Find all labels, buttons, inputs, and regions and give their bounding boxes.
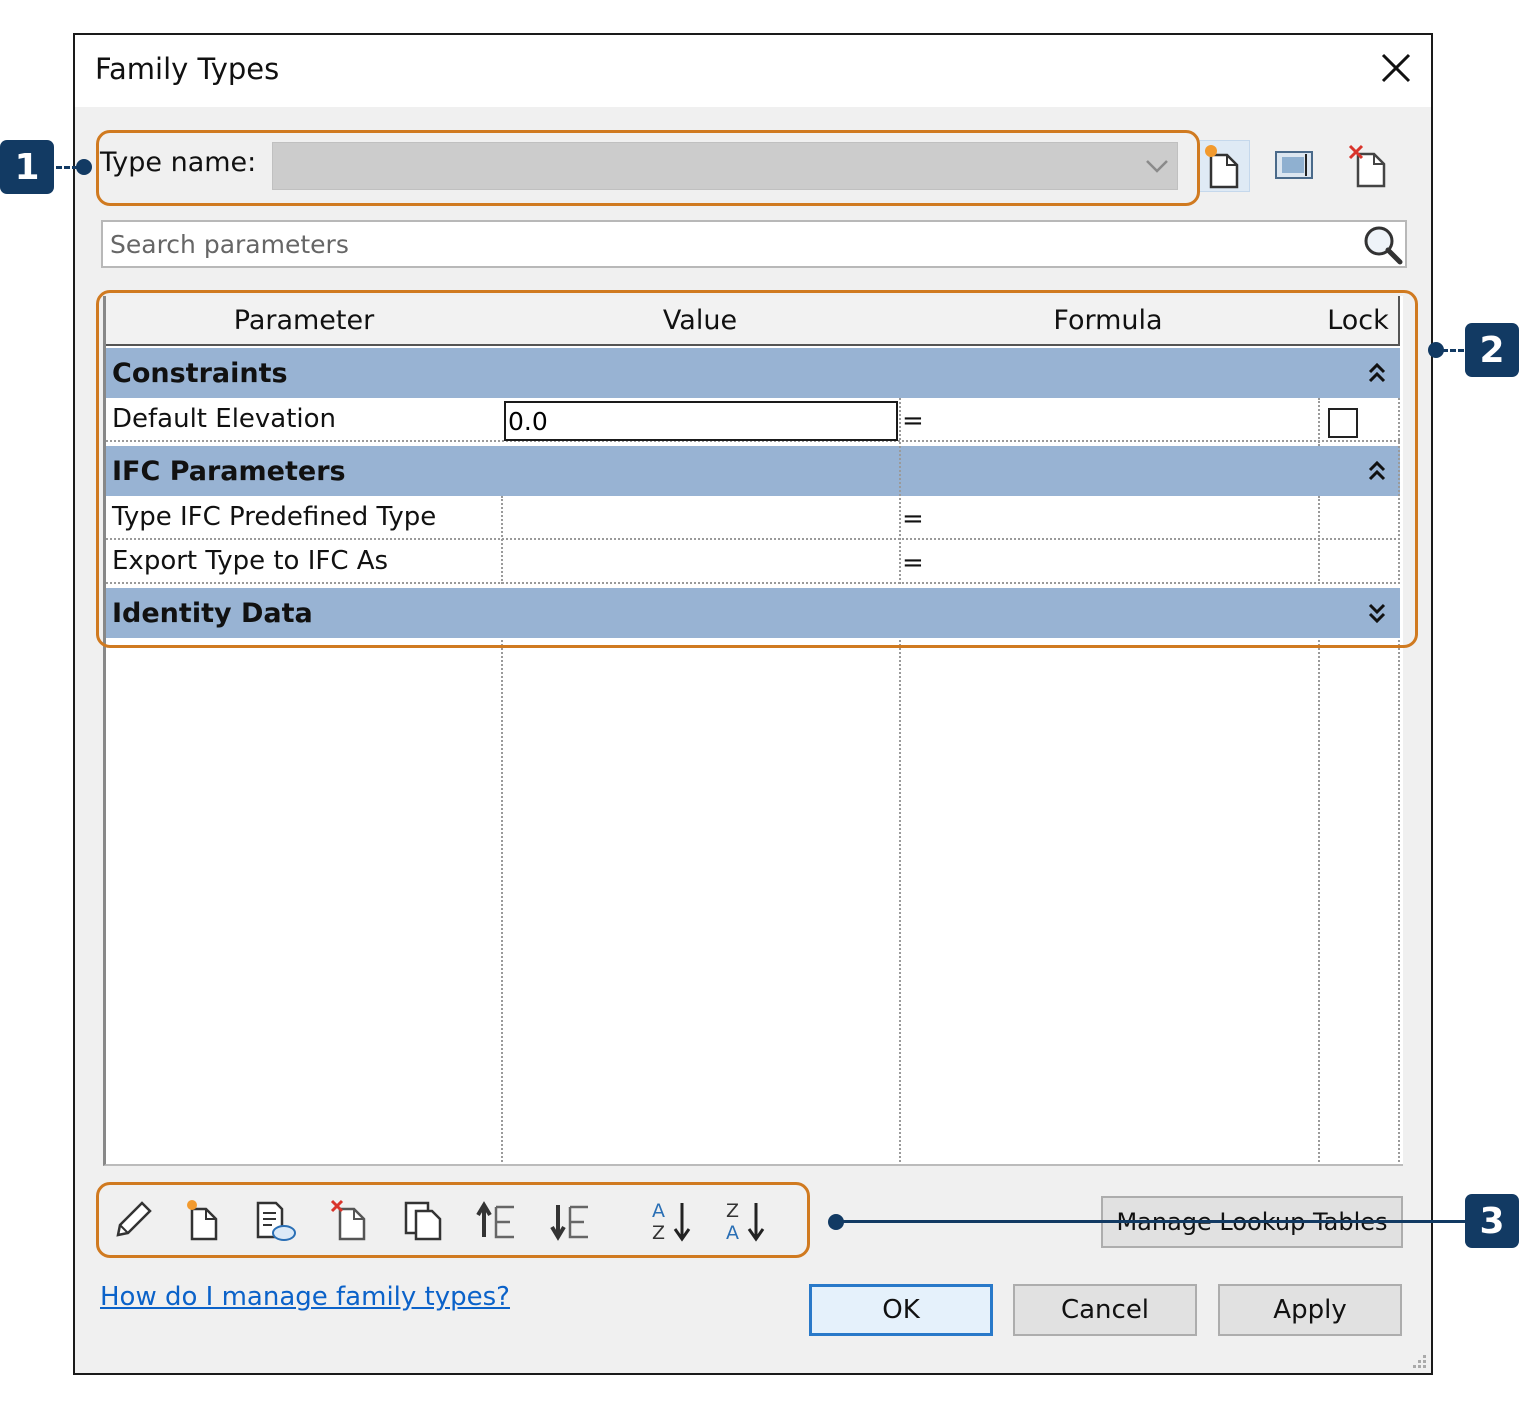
callout-box-2 bbox=[96, 290, 1418, 648]
apply-button[interactable]: Apply bbox=[1218, 1284, 1402, 1336]
help-link[interactable]: How do I manage family types? bbox=[100, 1282, 510, 1312]
callout-leader-2 bbox=[1442, 349, 1464, 352]
resize-grip-icon[interactable] bbox=[1408, 1352, 1428, 1372]
callout-badge-2: 2 bbox=[1465, 323, 1519, 377]
column-divider bbox=[501, 640, 503, 1162]
callout-box-1 bbox=[96, 130, 1200, 206]
callout-box-3 bbox=[96, 1182, 810, 1258]
ok-button[interactable]: OK bbox=[809, 1284, 993, 1336]
new-type-button[interactable] bbox=[1198, 140, 1250, 192]
callout-badge-3: 3 bbox=[1465, 1194, 1519, 1248]
column-divider bbox=[899, 640, 901, 1162]
column-divider bbox=[1318, 640, 1320, 1162]
callout-leader-1 bbox=[56, 166, 78, 169]
close-icon[interactable] bbox=[1378, 50, 1414, 86]
search-icon[interactable] bbox=[1360, 222, 1404, 266]
rename-type-icon bbox=[1275, 151, 1313, 179]
callout-leader-3 bbox=[842, 1220, 1465, 1223]
column-divider bbox=[1398, 640, 1400, 1162]
search-input[interactable] bbox=[110, 226, 1350, 262]
dialog-title: Family Types bbox=[95, 52, 280, 86]
callout-badge-1: 1 bbox=[0, 140, 54, 194]
callout-dot-1 bbox=[76, 159, 92, 175]
delete-type-icon bbox=[1348, 144, 1386, 188]
cancel-button[interactable]: Cancel bbox=[1013, 1284, 1197, 1336]
rename-type-button[interactable] bbox=[1268, 140, 1320, 192]
new-type-icon bbox=[1205, 145, 1239, 189]
delete-type-button[interactable] bbox=[1342, 140, 1394, 192]
